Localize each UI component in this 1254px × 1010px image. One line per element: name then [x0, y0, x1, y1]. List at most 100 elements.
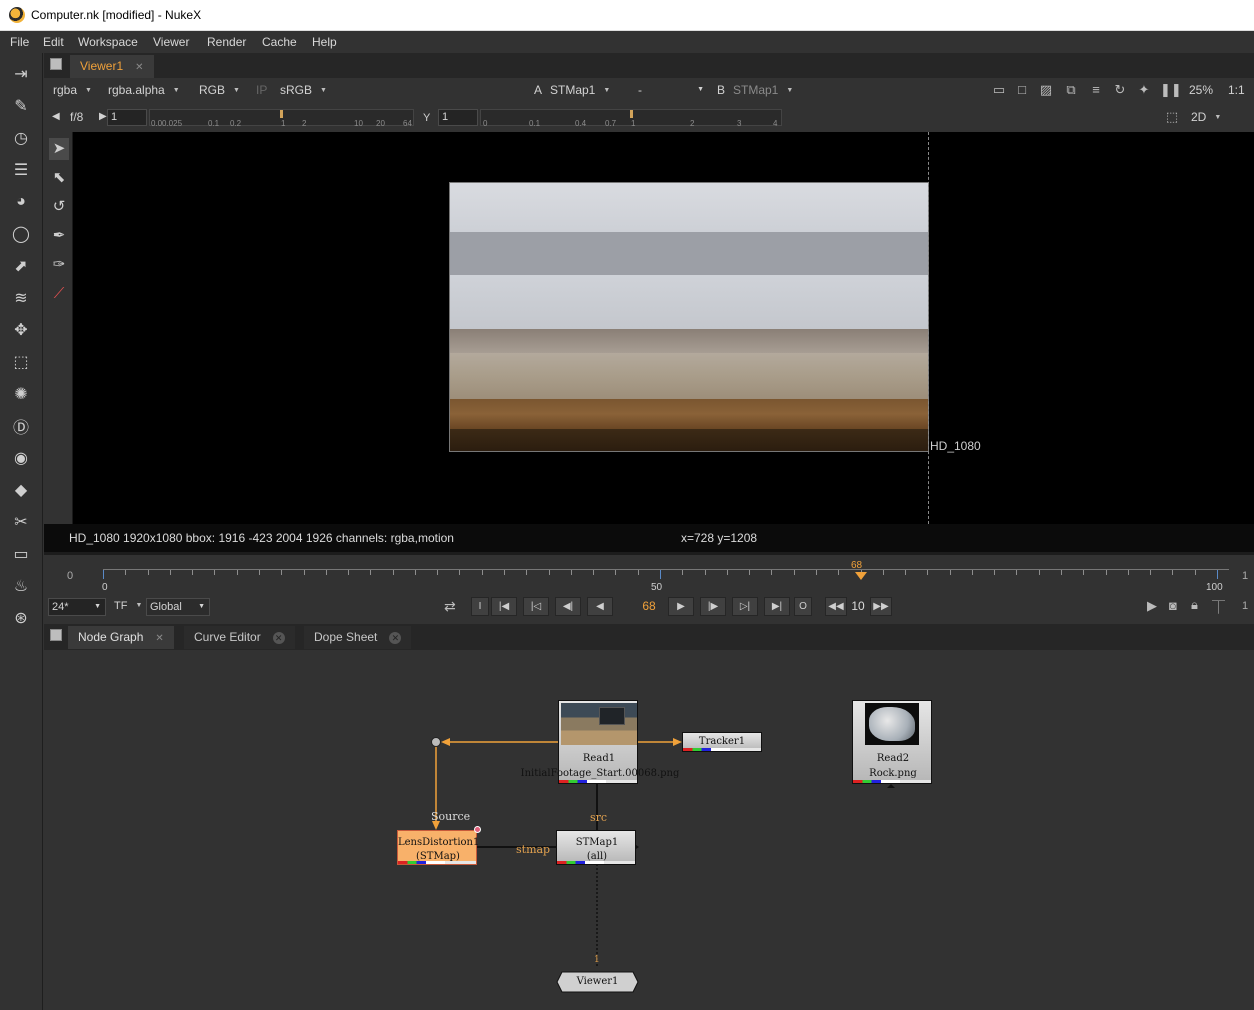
filter-nodes-icon[interactable]: ◯ [10, 223, 32, 245]
panel-menu-icon[interactable] [50, 58, 62, 70]
skip-increment-field[interactable]: 10 [847, 597, 869, 616]
tab-viewer1[interactable]: Viewer1 ✕ [70, 55, 154, 78]
pause-icon[interactable]: ❚❚ [1160, 83, 1182, 97]
tab-node-graph[interactable]: Node Graph ✕ [68, 626, 174, 649]
in-point-button[interactable]: I [471, 597, 489, 616]
tab-curve-editor[interactable]: Curve Editor ✕ [184, 626, 295, 649]
menu-cache[interactable]: Cache [262, 35, 297, 49]
toolsets-icon[interactable]: ✂ [10, 511, 32, 533]
menu-edit[interactable]: Edit [43, 35, 64, 49]
image-nodes-icon[interactable]: ⇥ [10, 63, 32, 85]
next-frame-button[interactable]: |▶ [700, 597, 726, 616]
input-a-dropdown[interactable]: STMap1 [550, 81, 610, 99]
view-mode-dropdown[interactable]: 2D [1191, 108, 1251, 126]
transform-icon[interactable]: ⬉ [49, 167, 69, 189]
node-graph-canvas[interactable]: Read1 InitialFootage_Start.00068.png Tra… [44, 650, 1254, 1010]
exposure-down-icon[interactable]: ◀ [52, 108, 60, 126]
3d-nodes-icon[interactable]: ⬚ [10, 351, 32, 373]
rotate-icon[interactable]: ↺ [49, 196, 69, 218]
prev-keyframe-button[interactable]: |◁ [523, 597, 549, 616]
viewer-canvas[interactable]: HD_1080 [73, 132, 1254, 524]
node-read2[interactable]: Read2 Rock.png [852, 700, 932, 784]
furnace-nodes-icon[interactable]: ♨ [10, 575, 32, 597]
dot-node[interactable] [431, 737, 441, 747]
time-nodes-icon[interactable]: ◷ [10, 127, 32, 149]
wipe-icon[interactable]: ▨ [1038, 83, 1054, 97]
proxy-ratio[interactable]: 1:1 [1228, 81, 1245, 99]
close-icon[interactable]: ✕ [135, 62, 143, 73]
refresh-icon[interactable]: ↻ [1112, 83, 1128, 97]
timecode-mode-dropdown[interactable]: TF [114, 597, 142, 615]
menu-viewer[interactable]: Viewer [153, 35, 189, 49]
timeline-ruler[interactable] [103, 569, 1229, 581]
particles-nodes-icon[interactable]: ✺ [10, 383, 32, 405]
fullframe-icon[interactable]: □ [1014, 83, 1030, 97]
plugins-icon[interactable]: ⊛ [10, 607, 32, 629]
gain-slider[interactable]: 0.0 0.025 0.1 0.2 1 2 10 20 64 [149, 109, 414, 128]
close-icon[interactable]: ✕ [272, 632, 285, 644]
close-icon[interactable]: ✕ [389, 632, 402, 644]
lines-icon[interactable]: ≡ [1088, 83, 1104, 97]
node-stmap1[interactable]: STMap1 (all) [556, 830, 636, 865]
transform-nodes-icon[interactable]: ✥ [10, 319, 32, 341]
panel-menu-icon[interactable] [50, 629, 62, 641]
play-backward-button[interactable]: ◀ [587, 597, 613, 616]
last-frame-button[interactable]: ▶| [764, 597, 790, 616]
skip-back-button[interactable]: ◀◀ [825, 597, 847, 616]
ip-toggle[interactable]: IP [256, 81, 267, 99]
node-viewer1[interactable]: Viewer1 [556, 971, 639, 993]
compare-mode-dropdown[interactable]: - ▼ [638, 81, 708, 99]
display-channels-dropdown[interactable]: RGB [199, 81, 240, 99]
out-point-button[interactable]: O [794, 597, 812, 616]
gain-slider-knob[interactable] [280, 110, 283, 118]
timeline[interactable]: 0 0 50 100 68 1 [44, 552, 1254, 597]
frame-range-icon[interactable]: ⏉ [1212, 597, 1225, 616]
node-tracker1[interactable]: Tracker1 [682, 732, 762, 752]
menu-render[interactable]: Render [207, 35, 246, 49]
gamma-slider-knob[interactable] [630, 110, 633, 118]
next-keyframe-button[interactable]: ▷| [732, 597, 758, 616]
flipbook-icon[interactable]: ▶ [1147, 598, 1157, 614]
lut-dropdown[interactable]: sRGB [280, 81, 327, 99]
close-icon[interactable]: ✕ [155, 633, 163, 644]
playhead[interactable] [855, 572, 867, 580]
roi-icon[interactable]: ▭ [991, 83, 1007, 97]
line-icon[interactable]: ⟋ [49, 283, 69, 305]
zoom-level[interactable]: 25% [1189, 81, 1213, 99]
menu-file[interactable]: File [10, 35, 29, 49]
timeline-start-field[interactable]: 0 [67, 570, 73, 582]
input-b-dropdown[interactable]: STMap1 [733, 81, 793, 99]
play-forward-button[interactable]: ▶ [668, 597, 694, 616]
loop-mode-icon[interactable]: ⇄ [444, 598, 456, 615]
gamma-slider[interactable]: 0 0.1 0.4 0.7 1 2 3 4 [480, 109, 782, 128]
node-lensdistortion1[interactable]: LensDistortion1 (STMap) [397, 830, 479, 865]
draw-nodes-icon[interactable]: ✎ [10, 95, 32, 117]
first-frame-button[interactable]: |◀ [491, 597, 517, 616]
other-nodes-icon[interactable]: ▭ [10, 543, 32, 565]
alpha-channel-dropdown[interactable]: rgba.alpha [108, 81, 180, 99]
gamma-field[interactable]: 1 [438, 109, 478, 126]
channels-dropdown[interactable]: rgba [53, 81, 92, 99]
deep-nodes-icon[interactable]: Ⓓ [10, 415, 32, 437]
range-mode-dropdown[interactable]: Global ▼ [146, 598, 210, 616]
metadata-nodes-icon[interactable]: ◆ [10, 479, 32, 501]
record-icon[interactable]: ◙ [1169, 598, 1177, 613]
fps-field[interactable]: 24* ▼ [48, 598, 106, 616]
overlay-icon[interactable]: ⧉ [1063, 83, 1079, 97]
lock-icon[interactable]: 🔒︎ [1191, 597, 1198, 613]
tab-dope-sheet[interactable]: Dope Sheet ✕ [304, 626, 412, 649]
prev-frame-button[interactable]: ◀| [555, 597, 581, 616]
channel-nodes-icon[interactable]: ☰ [10, 159, 32, 181]
exposure-up-icon[interactable]: ▶ [99, 108, 107, 126]
menu-workspace[interactable]: Workspace [78, 35, 138, 49]
views-nodes-icon[interactable]: ◉ [10, 447, 32, 469]
color-nodes-icon[interactable]: ◕ [10, 191, 32, 213]
merge-nodes-icon[interactable]: ≋ [10, 287, 32, 309]
pen-add-icon[interactable]: ✒ [49, 225, 69, 247]
select-icon[interactable]: ➤ [49, 138, 69, 160]
gain-field[interactable]: 1 [107, 109, 147, 126]
pen-remove-icon[interactable]: ✑ [49, 254, 69, 276]
skip-forward-button[interactable]: ▶▶ [870, 597, 892, 616]
region-select-icon[interactable]: ⬚ [1164, 110, 1180, 124]
keyer-nodes-icon[interactable]: ⬈ [10, 255, 32, 277]
